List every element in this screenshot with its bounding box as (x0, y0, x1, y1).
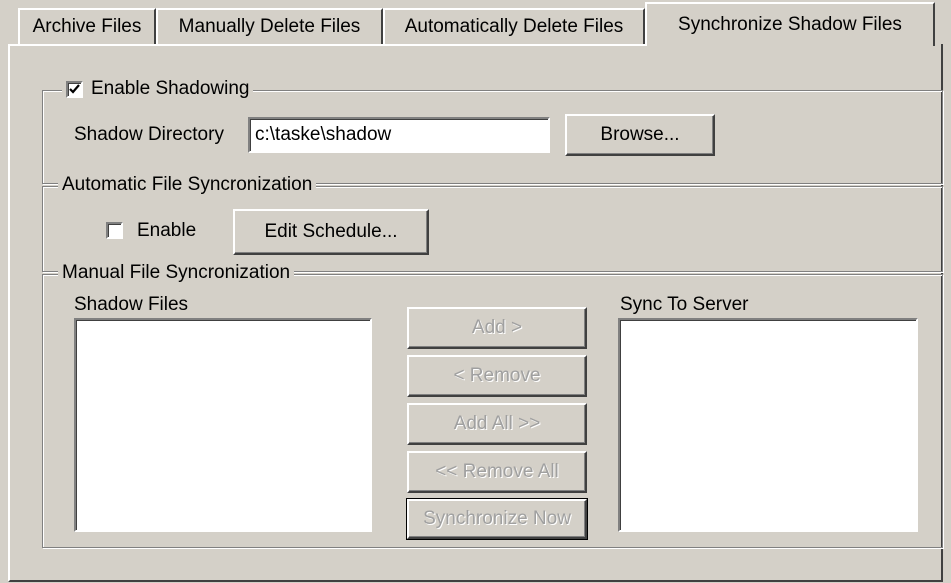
auto-sync-enable-label: Enable (137, 220, 197, 241)
browse-button-label: Browse... (600, 124, 680, 145)
shadow-directory-input[interactable] (248, 117, 550, 153)
enable-shadowing-label: Enable Shadowing (91, 78, 250, 99)
add-button[interactable]: Add > (407, 307, 587, 349)
synchronize-now-button-label: Synchronize Now (423, 508, 571, 529)
checkmark-icon (69, 83, 80, 94)
shadow-files-listbox[interactable] (74, 318, 372, 532)
browse-button[interactable]: Browse... (565, 114, 715, 156)
tab-label: Archive Files (32, 16, 142, 37)
edit-schedule-button-label: Edit Schedule... (264, 221, 398, 242)
auto-sync-enable-checkbox[interactable] (106, 222, 123, 239)
remove-all-button-label: << Remove All (435, 461, 559, 482)
edit-schedule-button[interactable]: Edit Schedule... (233, 209, 429, 255)
tab-label: Synchronize Shadow Files (678, 14, 902, 35)
manual-sync-group-label: Manual File Syncronization (58, 262, 295, 284)
sync-to-server-label: Sync To Server (620, 294, 749, 315)
add-button-label: Add > (471, 317, 523, 338)
auto-sync-group-label: Automatic File Syncronization (58, 174, 317, 196)
tab-label: Automatically Delete Files (404, 16, 624, 37)
add-all-button[interactable]: Add All >> (407, 403, 587, 445)
shadow-directory-label: Shadow Directory (74, 124, 224, 145)
synchronize-now-button[interactable]: Synchronize Now (406, 498, 588, 540)
add-all-button-label: Add All >> (453, 413, 541, 434)
tab-manually-delete-files[interactable]: Manually Delete Files (156, 8, 383, 44)
tab-archive-files[interactable]: Archive Files (18, 8, 156, 44)
tab-automatically-delete-files[interactable]: Automatically Delete Files (383, 8, 645, 44)
sync-to-server-listbox[interactable] (618, 318, 918, 532)
tab-synchronize-shadow-files[interactable]: Synchronize Shadow Files (645, 2, 935, 46)
shadowing-group-header: Enable Shadowing (62, 78, 254, 100)
remove-all-button[interactable]: << Remove All (407, 451, 587, 493)
remove-button-label: < Remove (453, 365, 541, 386)
tab-label: Manually Delete Files (178, 16, 361, 37)
shadow-files-label: Shadow Files (74, 294, 189, 315)
enable-shadowing-checkbox[interactable] (66, 80, 83, 98)
remove-button[interactable]: < Remove (407, 355, 587, 397)
